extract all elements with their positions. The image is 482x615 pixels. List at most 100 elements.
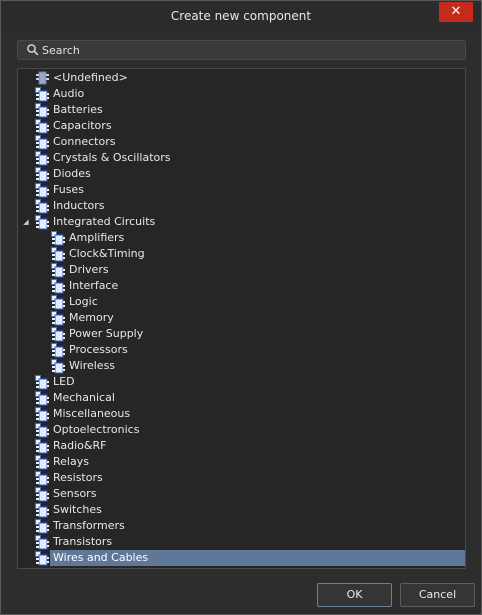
tree-item[interactable]: Wires and Cables [18,550,465,566]
component-type-tree[interactable]: <Undefined> Audio Batteries Capacitors Conne… [17,68,466,569]
dialog-window: Create new component ✕ <Undefined> Audio B… [0,0,482,615]
tree-item-label: Drivers [69,263,109,276]
tree-item[interactable]: Transistors [18,534,465,550]
tree-item-label: Miscellaneous [53,407,131,420]
tree-item[interactable]: Drivers [18,262,465,278]
tree-item-label: Transformers [53,519,125,532]
component-type-icon [50,278,66,294]
tree-item-label: Crystals & Oscillators [53,151,171,164]
tree-item[interactable]: Capacitors [18,118,465,134]
tree-item-label: Batteries [53,103,103,116]
component-type-icon [34,518,50,534]
tree-item-label: Wires and Cables [53,551,149,564]
tree-item[interactable]: Sensors [18,486,465,502]
tree-item[interactable]: Crystals & Oscillators [18,150,465,166]
tree-item-label: Capacitors [53,119,112,132]
tree-item[interactable]: Audio [18,86,465,102]
tree-item-label: Connectors [53,135,116,148]
component-type-icon [34,470,50,486]
tree-item[interactable]: Transformers [18,518,465,534]
tree-item[interactable]: Mechanical [18,390,465,406]
tree-item[interactable]: Logic [18,294,465,310]
title-bar: Create new component ✕ [1,1,481,31]
component-type-icon [50,294,66,310]
tree-item[interactable]: Optoelectronics [18,422,465,438]
tree-item[interactable]: Miscellaneous [18,406,465,422]
component-type-icon [34,182,50,198]
tree-item-label: Fuses [53,183,84,196]
component-type-icon [34,502,50,518]
tree-item[interactable]: Power Supply [18,326,465,342]
tree-item[interactable]: Inductors [18,198,465,214]
tree-item[interactable]: ◢ Integrated Circuits [18,214,465,230]
tree-item-label: Radio&RF [53,439,107,452]
close-icon: ✕ [450,4,462,19]
tree-item-label: LED [53,375,75,388]
tree-item[interactable]: Fuses [18,182,465,198]
ok-button[interactable]: OK [317,583,392,607]
component-type-icon [50,342,66,358]
component-type-icon [34,438,50,454]
tree-item-label: Transistors [53,535,113,548]
component-type-icon [34,406,50,422]
tree-item-label: <Undefined> [53,71,128,84]
component-type-icon [50,262,66,278]
tree-item[interactable]: Resistors [18,470,465,486]
tree-item[interactable]: Amplifiers [18,230,465,246]
search-input[interactable] [42,41,452,59]
component-type-icon [34,390,50,406]
tree-item-label: Relays [53,455,89,468]
tree-item-label: Processors [69,343,128,356]
search-icon [27,44,39,56]
component-type-icon [34,550,50,566]
tree-item[interactable]: Processors [18,342,465,358]
tree-item[interactable]: Batteries [18,102,465,118]
tree-item[interactable]: Switches [18,502,465,518]
tree-item[interactable]: <Undefined> [18,70,465,86]
tree-item-label: Resistors [53,471,103,484]
tree-item-label: Clock&Timing [69,247,145,260]
component-type-icon [34,118,50,134]
undefined-component-icon [34,70,50,86]
tree-item-label: Sensors [53,487,97,500]
tree-item[interactable]: Radio&RF [18,438,465,454]
tree-item-label: Integrated Circuits [53,215,156,228]
tree-item[interactable]: Relays [18,454,465,470]
component-type-icon [34,134,50,150]
tree-item-label: Memory [69,311,114,324]
tree-item[interactable]: Connectors [18,134,465,150]
tree-item-label: Diodes [53,167,91,180]
tree-item[interactable]: Wireless [18,358,465,374]
search-box[interactable] [17,40,466,60]
tree-item[interactable]: LED [18,374,465,390]
component-type-icon [34,422,50,438]
tree-item-label: Wireless [69,359,116,372]
component-type-icon [34,214,50,230]
component-type-icon [34,454,50,470]
tree-item-label: Switches [53,503,102,516]
dialog-title: Create new component [170,9,312,23]
tree-item[interactable]: Memory [18,310,465,326]
tree-item-label: Amplifiers [69,231,125,244]
component-type-icon [50,246,66,262]
tree-item-label: Logic [69,295,98,308]
tree-item-label: Audio [53,87,85,100]
cancel-button[interactable]: Cancel [400,583,475,607]
component-type-icon [50,230,66,246]
component-type-icon [50,358,66,374]
tree-item-label: Inductors [53,199,105,212]
component-type-icon [50,310,66,326]
tree-item-label: Interface [69,279,119,292]
tree-item[interactable]: Clock&Timing [18,246,465,262]
component-type-icon [34,374,50,390]
component-type-icon [34,150,50,166]
component-type-icon [34,86,50,102]
collapse-arrow-icon[interactable]: ◢ [21,214,31,230]
tree-item[interactable]: Interface [18,278,465,294]
tree-item-label: Mechanical [53,391,115,404]
component-type-icon [34,102,50,118]
close-button[interactable]: ✕ [439,2,473,22]
tree-item[interactable]: Diodes [18,166,465,182]
component-type-icon [34,486,50,502]
component-type-icon [34,198,50,214]
